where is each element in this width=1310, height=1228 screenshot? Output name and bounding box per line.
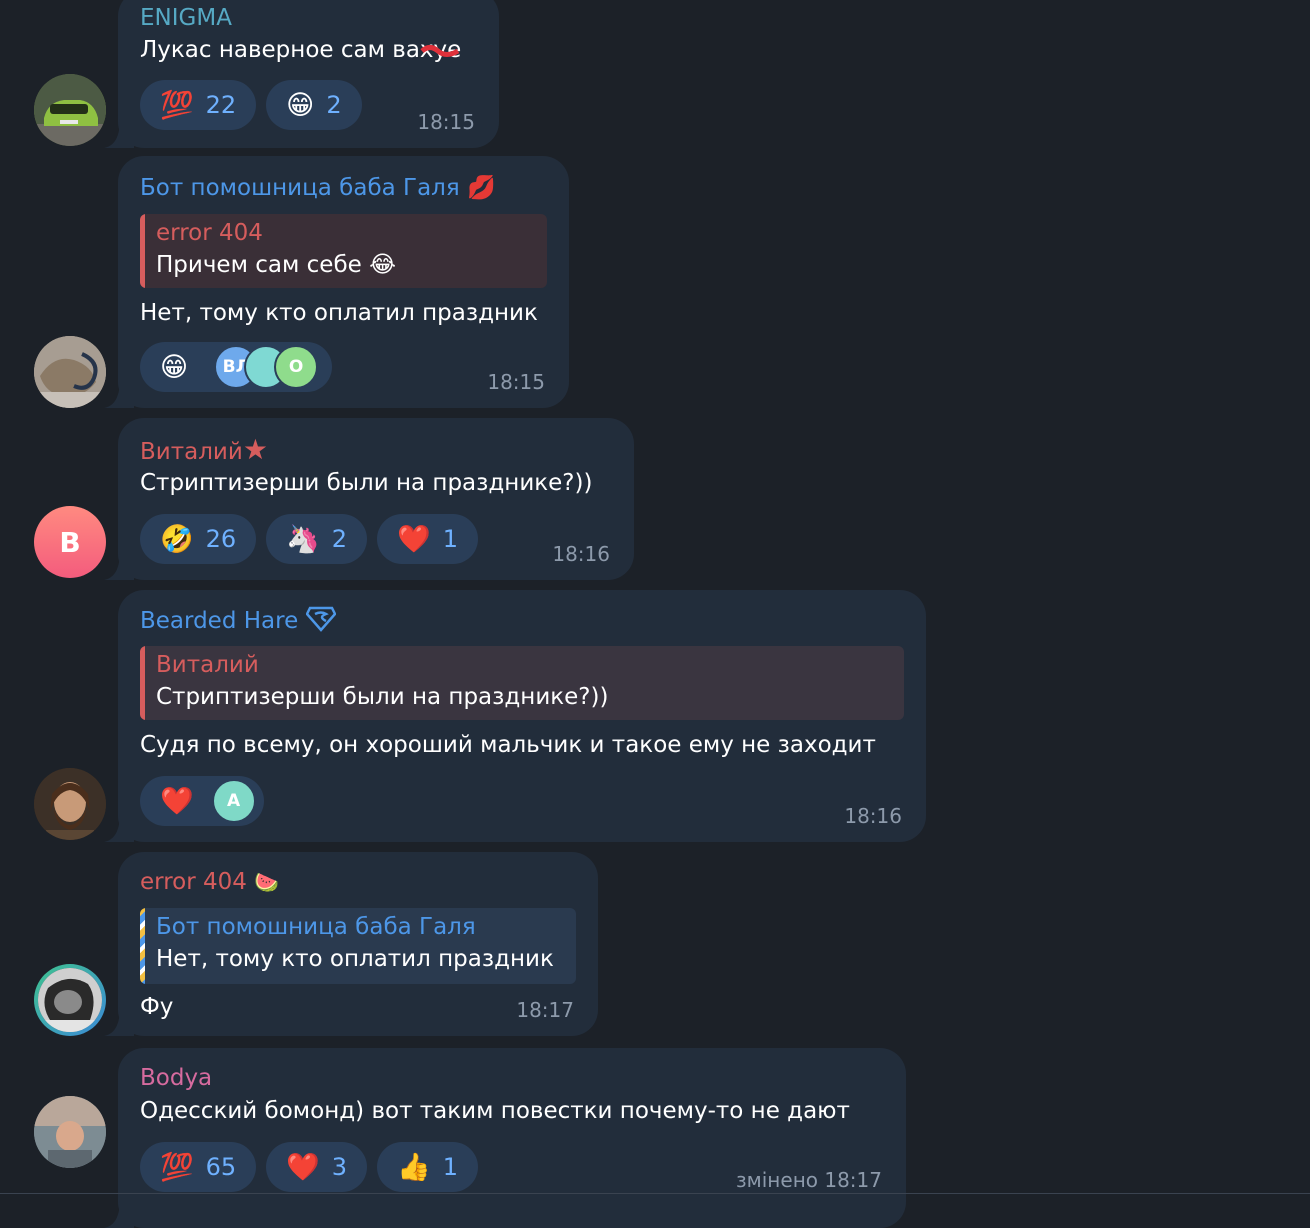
message-text: Нет, тому кто оплатил праздник [140, 300, 538, 326]
reactor-avatars: ВЛ О [214, 345, 319, 389]
quote-text: Причем сам себе 😂 [156, 252, 396, 278]
avatar[interactable] [34, 74, 106, 146]
rofl-icon: 🤣 [160, 523, 194, 555]
quote-bar [140, 646, 145, 720]
reaction-heart[interactable]: ❤️ 1 [377, 514, 478, 564]
sender-name[interactable]: error 404 🍉 [140, 868, 279, 896]
reaction-count: 1 [442, 525, 458, 553]
quote-bar [140, 214, 145, 288]
watermelon-icon: 🍉 [254, 870, 280, 894]
grin-icon: 😁 [286, 89, 315, 121]
reactions-row: 😁 ВЛ О [140, 342, 333, 392]
sender-name[interactable]: ENIGMA [140, 4, 232, 32]
child-image-icon [34, 1096, 106, 1168]
hundred-icon: 💯 [160, 89, 194, 121]
avatar[interactable] [34, 336, 106, 408]
reactor-avatar: А [211, 779, 256, 823]
hand-image-icon [34, 336, 106, 408]
reactions-row: 💯 22 😁 2 [140, 80, 362, 130]
sender-name[interactable]: Bodya [140, 1064, 212, 1092]
reactions-row: 🤣 26 🦄 2 ❤️ 1 [140, 514, 478, 564]
message-time: 18:16 [552, 542, 610, 566]
avatar-letter: В [59, 525, 81, 559]
sender-name[interactable]: Виталий★ [140, 436, 268, 466]
reaction-heart[interactable]: ❤️ А [140, 776, 264, 826]
reaction-count: 2 [331, 525, 348, 553]
car-image-icon [34, 74, 106, 146]
sender-label: Бот помошница баба Галя [140, 175, 460, 201]
avatar[interactable] [34, 768, 106, 840]
message-text: Лукас наверное сам вахуе [140, 37, 462, 63]
reaction-count: 26 [205, 525, 237, 553]
message-bubble[interactable]: ENIGMA Лукас наверное сам вахуе 💯 22 😁 2… [118, 0, 499, 148]
message-bubble[interactable]: Виталий★ Стриптизерши были на празднике?… [118, 418, 634, 580]
reaction-heart[interactable]: ❤️ 3 [266, 1142, 368, 1192]
reactions-row: ❤️ А [140, 776, 264, 826]
reaction-grin[interactable]: 😁 ВЛ О [140, 342, 333, 392]
reply-quote[interactable]: error 404 Причем сам себе 😂 [140, 214, 547, 288]
reaction-count: 65 [205, 1153, 237, 1181]
sender-label: Виталий [140, 439, 243, 465]
message-bubble[interactable]: Bodya Одесский бомонд) вот таким повестк… [118, 1048, 906, 1228]
avatar-photo [38, 968, 102, 1032]
scribble-mark [420, 45, 460, 57]
heart-icon: ❤️ [160, 785, 194, 817]
sender-name[interactable]: Бот помошница баба Галя 💋 [140, 174, 496, 202]
message-time: 18:15 [417, 110, 475, 134]
message-time: змінено 18:17 [736, 1168, 882, 1192]
heart-icon: ❤️ [397, 523, 431, 555]
avatar[interactable] [34, 964, 106, 1036]
sender-label: error 404 [140, 869, 247, 895]
unicorn-icon: 🦄 [286, 523, 320, 555]
message-bubble[interactable]: error 404 🍉 Бот помошница баба Галя Нет,… [118, 852, 598, 1036]
reaction-count: 22 [205, 91, 237, 119]
message-time: 18:17 [516, 998, 574, 1022]
reactions-row: 💯 65 ❤️ 3 👍 1 [140, 1142, 478, 1192]
reactor-avatar: О [274, 345, 319, 389]
message-text: Одесский бомонд) вот таким повестки поче… [140, 1098, 850, 1124]
bearded-man-image-icon [34, 768, 106, 840]
shield-icon [305, 606, 337, 639]
reaction-count: 1 [442, 1153, 458, 1181]
grin-icon: 😁 [160, 351, 189, 383]
sender-name[interactable]: Bearded Hare [140, 606, 337, 639]
reaction-hundred[interactable]: 💯 65 [140, 1142, 257, 1192]
star-icon: ★ [242, 433, 268, 466]
hundred-icon: 💯 [160, 1151, 194, 1183]
quote-bar [140, 908, 145, 984]
reaction-thumbs-up[interactable]: 👍 1 [377, 1142, 478, 1192]
message-bubble[interactable]: Бот помошница баба Галя 💋 error 404 Прич… [118, 156, 569, 408]
reaction-rofl[interactable]: 🤣 26 [140, 514, 257, 564]
avatar[interactable] [34, 1096, 106, 1168]
reaction-grin[interactable]: 😁 2 [266, 80, 362, 130]
reaction-count: 2 [326, 91, 342, 119]
message-text: Судя по всему, он хороший мальчик и тако… [140, 732, 876, 758]
quote-author: error 404 [156, 220, 263, 246]
quote-author: Виталий [156, 652, 259, 678]
message-bubble[interactable]: Bearded Hare Виталий Стриптизерши были н… [118, 590, 926, 842]
message-text: Стриптизерши были на празднике?)) [140, 470, 593, 496]
quote-author: Бот помошница баба Галя [156, 914, 476, 940]
quote-text: Стриптизерши были на празднике?)) [156, 684, 609, 710]
reaction-hundred[interactable]: 💯 22 [140, 80, 257, 130]
reply-quote[interactable]: Виталий Стриптизерши были на празднике?)… [140, 646, 904, 720]
message-time: 18:16 [844, 804, 902, 828]
woman-image-icon [38, 968, 102, 1032]
avatar[interactable]: В [34, 506, 106, 578]
reaction-unicorn[interactable]: 🦄 2 [266, 514, 368, 564]
bottom-divider [0, 1193, 1310, 1194]
heart-icon: ❤️ [286, 1151, 320, 1183]
kiss-icon: 💋 [467, 175, 496, 201]
message-time: 18:15 [487, 370, 545, 394]
reaction-count: 3 [331, 1153, 348, 1181]
sender-label: Bearded Hare [140, 608, 299, 634]
quote-text: Нет, тому кто оплатил праздник [156, 946, 554, 972]
thumbs-up-icon: 👍 [397, 1151, 431, 1183]
reply-quote[interactable]: Бот помошница баба Галя Нет, тому кто оп… [140, 908, 576, 984]
message-text: Фу [140, 994, 174, 1020]
